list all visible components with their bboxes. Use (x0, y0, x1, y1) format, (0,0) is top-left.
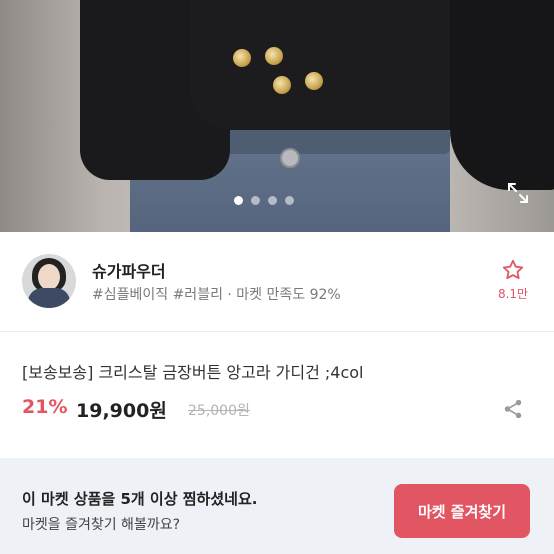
original-price: 25,000원 (188, 403, 250, 419)
image-gold-button (265, 47, 283, 65)
carousel-dot-active[interactable] (234, 196, 243, 205)
seller-section[interactable]: 슈가파우더 #심플베이직 #러블리 · 마켓 만족도 92% 8.1만 (0, 232, 554, 332)
image-gold-button (233, 49, 251, 67)
carousel-indicator (234, 196, 294, 205)
image-cardigan-sleeve-right (450, 0, 554, 190)
seller-name[interactable]: 슈가파우더 (92, 258, 166, 282)
carousel-dot[interactable] (285, 196, 294, 205)
like-button[interactable]: 8.1만 (496, 258, 530, 302)
banner-message: 이 마켓 상품을 5개 이상 찜하셨네요. (22, 490, 258, 508)
favorite-market-button[interactable]: 마켓 즐겨찾기 (394, 484, 530, 538)
star-icon (502, 259, 524, 280)
expand-icon[interactable] (506, 181, 530, 205)
avatar-body (28, 288, 70, 308)
product-title: [보송보송] 크리스탈 금장버튼 앙고라 가디건 ;4col (22, 363, 364, 382)
favorite-market-banner: 이 마켓 상품을 5개 이상 찜하셨네요. 마켓을 즐겨찾기 해볼까요? 마켓 … (0, 458, 554, 554)
image-gold-button (273, 76, 291, 94)
carousel-dot[interactable] (268, 196, 277, 205)
product-image[interactable] (0, 0, 554, 232)
sale-price: 19,900원 (76, 400, 167, 422)
image-gold-button (305, 72, 323, 90)
share-icon[interactable] (502, 398, 524, 420)
like-count: 8.1만 (497, 287, 529, 301)
banner-submessage: 마켓을 즐겨찾기 해볼까요? (22, 517, 181, 533)
image-cardigan-body (190, 0, 480, 130)
carousel-dot[interactable] (251, 196, 260, 205)
seller-tags: #심플베이직 #러블리 · 마켓 만족도 92% (92, 287, 341, 303)
discount-rate: 21% (22, 396, 68, 418)
image-jeans-button (280, 148, 300, 168)
product-info: [보송보송] 크리스탈 금장버튼 앙고라 가디건 ;4col 21% 19,90… (0, 332, 554, 458)
avatar[interactable] (22, 254, 76, 308)
avatar-face (38, 264, 60, 290)
